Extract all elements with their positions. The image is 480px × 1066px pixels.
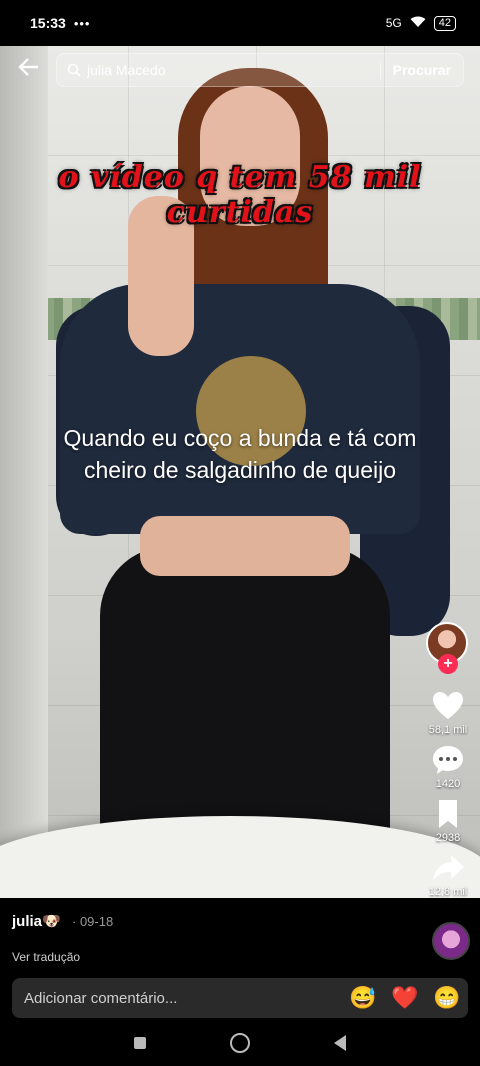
search-button[interactable]: Procurar [381, 62, 463, 78]
recent-apps-icon[interactable] [134, 1037, 146, 1049]
share-count: 12,8 mil [428, 886, 468, 898]
notification-icons: ••• [73, 15, 91, 31]
comment-bar: Adicionar comentário... 😅 ❤️ 😁 [12, 978, 468, 1018]
comment-icon [433, 746, 463, 774]
like-action[interactable]: 58,1 mil [428, 690, 468, 736]
home-icon[interactable] [230, 1033, 250, 1053]
comment-input[interactable]: Adicionar comentário... [24, 990, 342, 1007]
see-translation-link[interactable]: Ver tradução [12, 950, 80, 964]
system-nav-bar [0, 1020, 480, 1066]
back-icon[interactable] [334, 1035, 346, 1051]
status-right: 5G 42 [385, 15, 456, 31]
search-input[interactable] [87, 62, 380, 78]
emoji-grin-button[interactable]: 😁 [426, 985, 468, 1011]
battery-icon: 42 [433, 15, 456, 31]
post-username[interactable]: julia🐶 [12, 912, 61, 930]
post-date: · 09-18 [72, 914, 114, 929]
bookmark-icon [439, 800, 457, 828]
emoji-sweat-smile-button[interactable]: 😅 [342, 985, 384, 1011]
action-rail: + 58,1 mil 1420 2938 12,8 mil [416, 622, 480, 898]
creator-avatar-wrap: + [426, 622, 470, 682]
post-meta: julia🐶 · 09-18 Ver tradução [0, 898, 480, 976]
person-waist [140, 516, 350, 576]
status-time: 15:33 [30, 15, 66, 31]
heart-icon [433, 692, 463, 719]
video-caption: Quando eu coço a bunda e tá com cheiro d… [63, 425, 417, 483]
wifi-icon [410, 16, 426, 31]
search-bar: Procurar [56, 53, 464, 87]
back-arrow-icon[interactable] [18, 56, 42, 84]
status-bar: 15:33 ••• 5G 42 [0, 0, 480, 46]
emoji-heart-button[interactable]: ❤️ [384, 985, 426, 1011]
save-count: 2938 [435, 832, 461, 844]
comment-count: 1420 [435, 778, 461, 790]
video-overlay-title: o vídeo q tem 58 mil curtidas [58, 160, 422, 230]
save-action[interactable]: 2938 [431, 798, 465, 844]
search-icon [67, 63, 81, 77]
follow-plus-icon[interactable]: + [438, 654, 458, 674]
comment-action[interactable]: 1420 [431, 744, 465, 790]
music-disc-icon[interactable] [432, 922, 470, 960]
like-count: 58,1 mil [428, 724, 468, 736]
share-icon [433, 855, 464, 881]
share-action[interactable]: 12,8 mil [428, 852, 468, 898]
network-label: 5G [385, 16, 402, 30]
